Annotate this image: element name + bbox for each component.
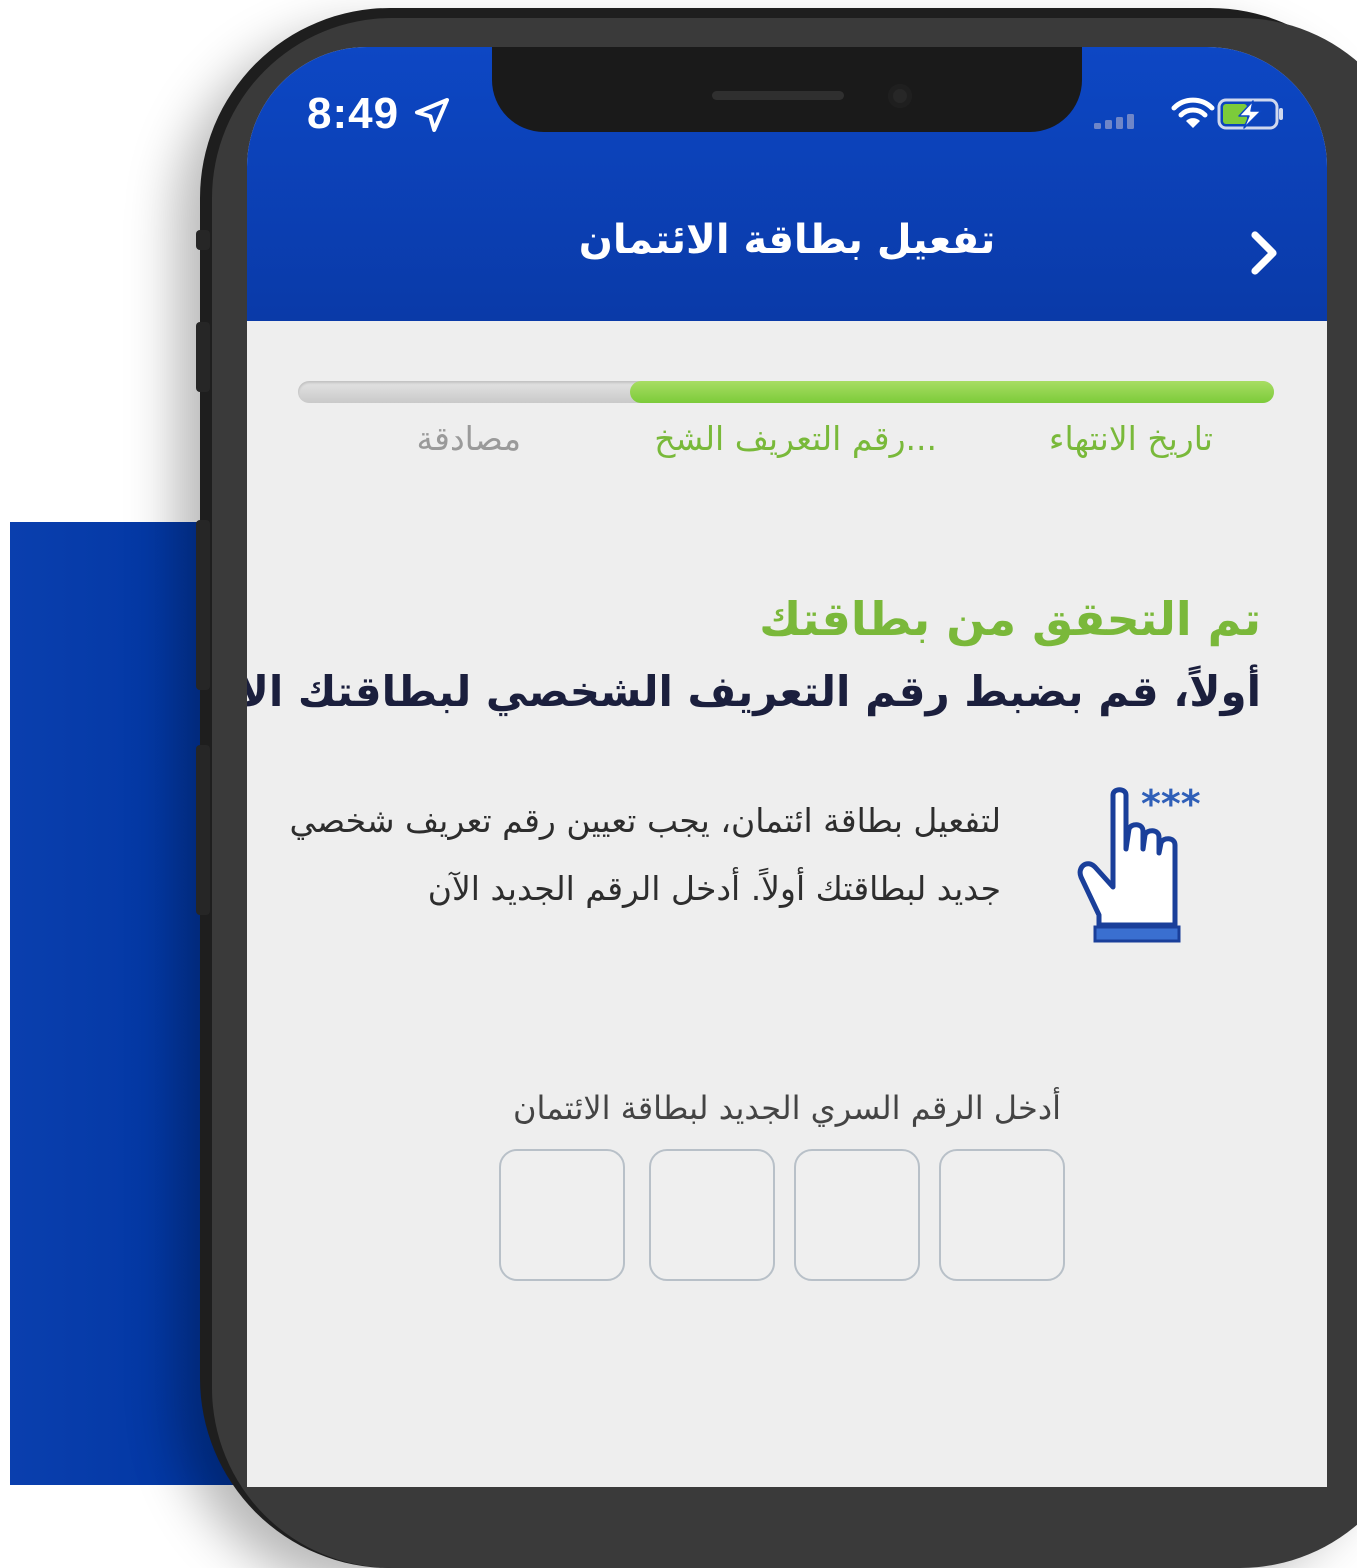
status-time: 8:49 <box>307 89 400 138</box>
volume-button <box>196 520 210 690</box>
step-label-authentication: مصادقة <box>416 419 521 458</box>
progress-bar-fill <box>629 381 1274 403</box>
wifi-icon <box>1171 97 1215 128</box>
pin-digit-field[interactable] <box>794 1149 920 1281</box>
set-pin-subheading: أولاً، قم بضبط رقم التعريف الشخصي لبطاقت… <box>247 667 1261 716</box>
volume-down-button <box>196 745 210 915</box>
chevron-right-icon[interactable] <box>1239 227 1287 279</box>
pin-digit-field[interactable] <box>499 1149 625 1281</box>
location-arrow-icon <box>415 98 449 132</box>
phone-screen: 8:49 تفعيل بطاقة الائتمان تاريخ الانتهاء… <box>247 47 1327 1487</box>
speaker-grille <box>712 91 844 100</box>
cellular-signal-icon <box>1094 114 1134 129</box>
page-title: تفعيل بطاقة الائتمان <box>578 217 996 263</box>
mute-switch <box>196 230 210 250</box>
header-bar: 8:49 تفعيل بطاقة الائتمان <box>247 47 1327 321</box>
instructions-text: لتفعيل بطاقة ائتمان، يجب تعيين رقم تعريف… <box>289 801 1001 908</box>
step-label-expiry: تاريخ الانتهاء <box>1048 419 1213 458</box>
hand-pointer-pin-icon: *** <box>1077 787 1201 943</box>
pin-digit-field[interactable] <box>649 1149 775 1281</box>
pin-entry-label: أدخل الرقم السري الجديد لبطاقة الائتمان <box>513 1089 1061 1127</box>
battery-charging-icon <box>1217 98 1283 130</box>
pin-digit-field[interactable] <box>939 1149 1065 1281</box>
front-camera <box>888 84 912 108</box>
step-label-pin: رقم التعريف الشخ... <box>654 419 937 458</box>
progress-bar <box>298 381 1274 403</box>
camera-notch <box>492 47 1082 132</box>
pin-input-group <box>499 1149 1067 1283</box>
verified-heading: تم التحقق من بطاقتك <box>759 592 1261 646</box>
svg-text:***: *** <box>1141 787 1201 826</box>
volume-up-button <box>196 322 210 392</box>
